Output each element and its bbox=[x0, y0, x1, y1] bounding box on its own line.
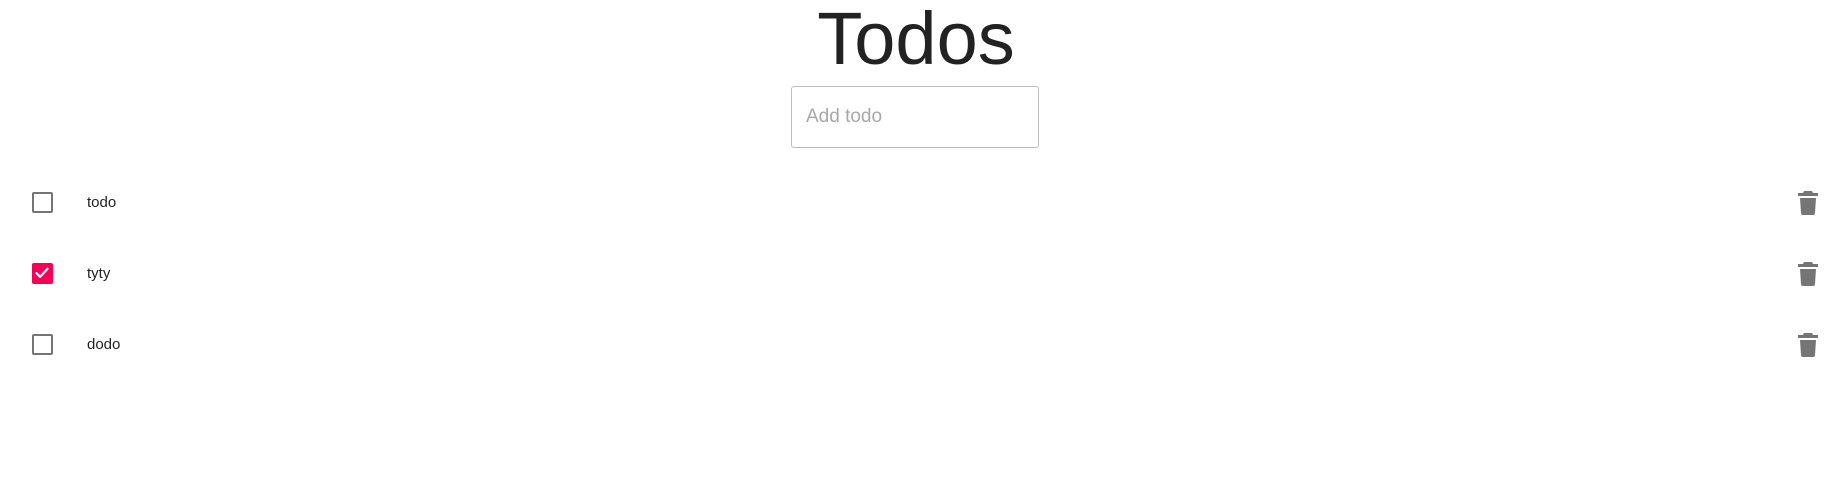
delete-button[interactable] bbox=[1796, 332, 1820, 358]
todo-checkbox[interactable] bbox=[32, 263, 53, 284]
add-todo-input[interactable] bbox=[791, 86, 1039, 148]
trash-icon bbox=[1798, 333, 1818, 357]
todo-checkbox[interactable] bbox=[32, 334, 53, 355]
delete-button[interactable] bbox=[1796, 261, 1820, 287]
todo-item: todo bbox=[0, 172, 1832, 232]
todo-item: dodo bbox=[0, 314, 1832, 374]
todo-checkbox[interactable] bbox=[32, 192, 53, 213]
page-title: Todos bbox=[817, 0, 1015, 80]
todo-text: tyty bbox=[87, 265, 111, 282]
todo-text: todo bbox=[87, 194, 117, 211]
todo-item: tyty bbox=[0, 243, 1832, 303]
delete-button[interactable] bbox=[1796, 190, 1820, 216]
check-icon bbox=[35, 267, 49, 278]
todo-text: dodo bbox=[87, 336, 121, 353]
trash-icon bbox=[1798, 191, 1818, 215]
trash-icon bbox=[1798, 262, 1818, 286]
